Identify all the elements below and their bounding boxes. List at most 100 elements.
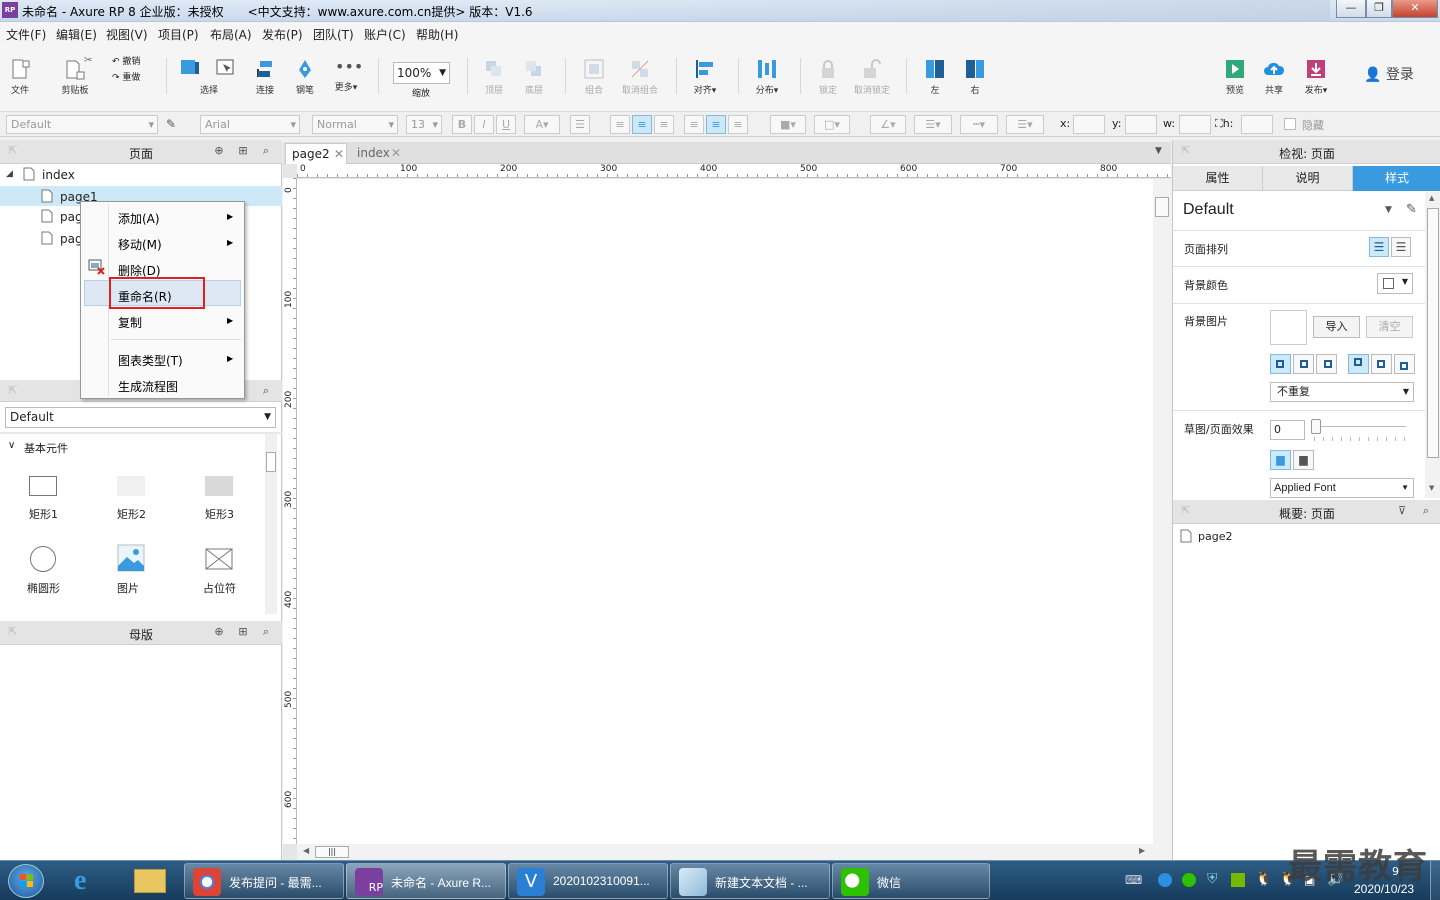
task-wechat[interactable]: 微信 [832, 863, 990, 899]
ungroup-button[interactable]: 取消组合 [618, 58, 662, 96]
zoom-select[interactable]: 100% ▼ [393, 62, 450, 84]
login-button[interactable]: 👤 登录 [1364, 64, 1414, 84]
chevron-down-icon[interactable]: ▼ [1385, 205, 1392, 215]
add-folder-icon[interactable]: ⊞ [236, 144, 250, 158]
align-left-page-button[interactable]: 左 [922, 58, 948, 96]
align-right-page-button[interactable]: 右 [962, 58, 988, 96]
search-icon[interactable]: ⌕ [259, 384, 273, 398]
y-input[interactable] [1125, 115, 1157, 134]
start-button[interactable] [8, 864, 44, 898]
image-valign-top-button[interactable] [1348, 354, 1369, 374]
undo-button[interactable]: ↶ 撤销 [112, 54, 140, 67]
group-button[interactable]: 组合 [580, 58, 608, 96]
italic-button[interactable]: I [474, 115, 494, 134]
rectangle1-widget-icon[interactable] [29, 476, 57, 496]
line-color-button[interactable]: ∠▾ [870, 115, 906, 134]
collapse-triangle-icon[interactable]: ◢ [6, 169, 13, 179]
keyboard-tray-icon[interactable]: ⌨ [1125, 873, 1142, 887]
fill-color-button[interactable]: ■▾ [770, 115, 806, 134]
applied-font-select[interactable]: Applied Font ▼ [1270, 478, 1414, 498]
filter-icon[interactable]: ⊽ [1395, 504, 1409, 518]
select-button[interactable]: 选择 [178, 58, 240, 96]
align-text-left-button[interactable]: ≡ [610, 115, 630, 134]
align-text-center-button[interactable]: ≡ [632, 115, 652, 134]
ie-icon[interactable]: e [74, 865, 86, 897]
w-input[interactable] [1179, 115, 1211, 134]
cut-icon[interactable]: ✂ [84, 55, 92, 66]
page-align-center-button[interactable]: ☰ [1391, 237, 1411, 257]
menu-item-generate-flow[interactable]: 生成流程图 [118, 378, 178, 395]
underline-button[interactable]: U [496, 115, 516, 134]
unlock-button[interactable]: 取消锁定 [852, 58, 892, 96]
sketch-slider-handle[interactable] [1311, 419, 1321, 434]
menu-view[interactable]: 视图(V) [106, 26, 148, 43]
line-style-button[interactable]: ┅▾ [960, 115, 998, 134]
minimize-button[interactable]: — [1336, 0, 1366, 18]
x-input[interactable] [1073, 115, 1105, 134]
menu-item-add[interactable]: 添加(A) [118, 210, 160, 227]
chevron-down-icon[interactable]: ∨ [8, 440, 15, 451]
search-icon[interactable]: ⌕ [1419, 504, 1433, 518]
canvas-vertical-scrollbar[interactable] [1153, 179, 1171, 844]
library-select[interactable]: Default ▼ [5, 407, 276, 428]
menu-help[interactable]: 帮助(H) [416, 26, 458, 43]
add-folder-icon[interactable]: ⊞ [236, 625, 250, 639]
valign-middle-button[interactable]: ≡ [706, 115, 726, 134]
menu-item-move[interactable]: 移动(M) [118, 236, 162, 253]
bring-top-button[interactable]: 顶层 [480, 58, 508, 96]
maximize-button[interactable]: ❐ [1366, 0, 1392, 18]
pin-icon[interactable]: ⇱ [6, 384, 20, 398]
task-chrome[interactable]: 发布提问 - 最需... [184, 863, 344, 899]
connect-button[interactable]: 连接 [252, 58, 278, 96]
tab-style[interactable]: 样式 [1353, 166, 1440, 191]
search-icon[interactable]: ⌕ [259, 625, 273, 639]
hide-checkbox[interactable] [1284, 118, 1296, 130]
task-notepad[interactable]: 新建文本文档 - ... [670, 863, 830, 899]
library-scrollbar[interactable] [265, 434, 277, 614]
tab-index[interactable]: index ✕ [349, 143, 405, 163]
nvidia-icon[interactable] [1231, 873, 1245, 887]
rectangle2-widget-icon[interactable] [117, 476, 145, 496]
style-name[interactable]: Default [1183, 201, 1234, 219]
edit-style-icon[interactable]: ✎ [1406, 202, 1417, 217]
explorer-icon[interactable] [134, 869, 166, 893]
menu-item-rename[interactable]: 重命名(R) [118, 288, 172, 305]
shadow-button[interactable]: □▾ [814, 115, 850, 134]
align-text-right-button[interactable]: ≡ [654, 115, 674, 134]
redo-button[interactable]: ↷ 重做 [112, 70, 140, 83]
arrow-style-button[interactable]: ☰▾ [1006, 115, 1044, 134]
menu-item-diagram-type[interactable]: 图表类型(T) [118, 352, 183, 369]
search-icon[interactable]: ⌕ [259, 144, 273, 158]
task-video[interactable]: V 2020102310091... [508, 863, 668, 899]
image-valign-bottom-button[interactable] [1394, 354, 1415, 374]
font-size-select[interactable]: 13 [406, 115, 442, 134]
sketch-slider-track[interactable] [1314, 426, 1406, 427]
valign-bottom-button[interactable]: ≡ [728, 115, 748, 134]
line-width-button[interactable]: ☰▾ [914, 115, 952, 134]
valign-top-button[interactable]: ≡ [684, 115, 704, 134]
tray-wechat-icon[interactable] [1182, 873, 1196, 887]
send-bottom-button[interactable]: 底层 [520, 58, 548, 96]
task-axure[interactable]: RP 未命名 - Axure R... [346, 863, 506, 899]
rectangle3-widget-icon[interactable] [205, 476, 233, 496]
menu-account[interactable]: 账户(C) [364, 26, 406, 43]
bg-color-picker[interactable]: ▼ [1377, 273, 1413, 294]
image-align-right-button[interactable] [1316, 354, 1337, 374]
import-button[interactable]: 导入 [1313, 316, 1360, 338]
clear-button[interactable]: 清空 [1366, 316, 1413, 338]
h-input[interactable] [1241, 115, 1273, 134]
grayscale-image-button[interactable]: ▆ [1293, 450, 1314, 470]
repeat-select[interactable]: 不重复 ▼ [1270, 382, 1414, 402]
bold-button[interactable]: B [452, 115, 472, 134]
menu-item-duplicate[interactable]: 复制 [118, 314, 142, 331]
chevron-down-icon[interactable]: ▼ [1155, 146, 1162, 156]
shield-icon[interactable]: ⛨ [1207, 871, 1218, 887]
page-align-left-button[interactable]: ☰ [1369, 237, 1389, 257]
inspector-scrollbar[interactable]: ▲ ▼ [1425, 192, 1440, 498]
page-tree-index[interactable]: index [42, 168, 75, 182]
image-valign-middle-button[interactable] [1371, 354, 1392, 374]
align-button[interactable]: 对齐▾ [688, 58, 722, 96]
font-select[interactable]: Arial [200, 115, 300, 134]
tray-app-icon[interactable] [1158, 873, 1172, 887]
tab-properties[interactable]: 属性 [1173, 166, 1263, 191]
